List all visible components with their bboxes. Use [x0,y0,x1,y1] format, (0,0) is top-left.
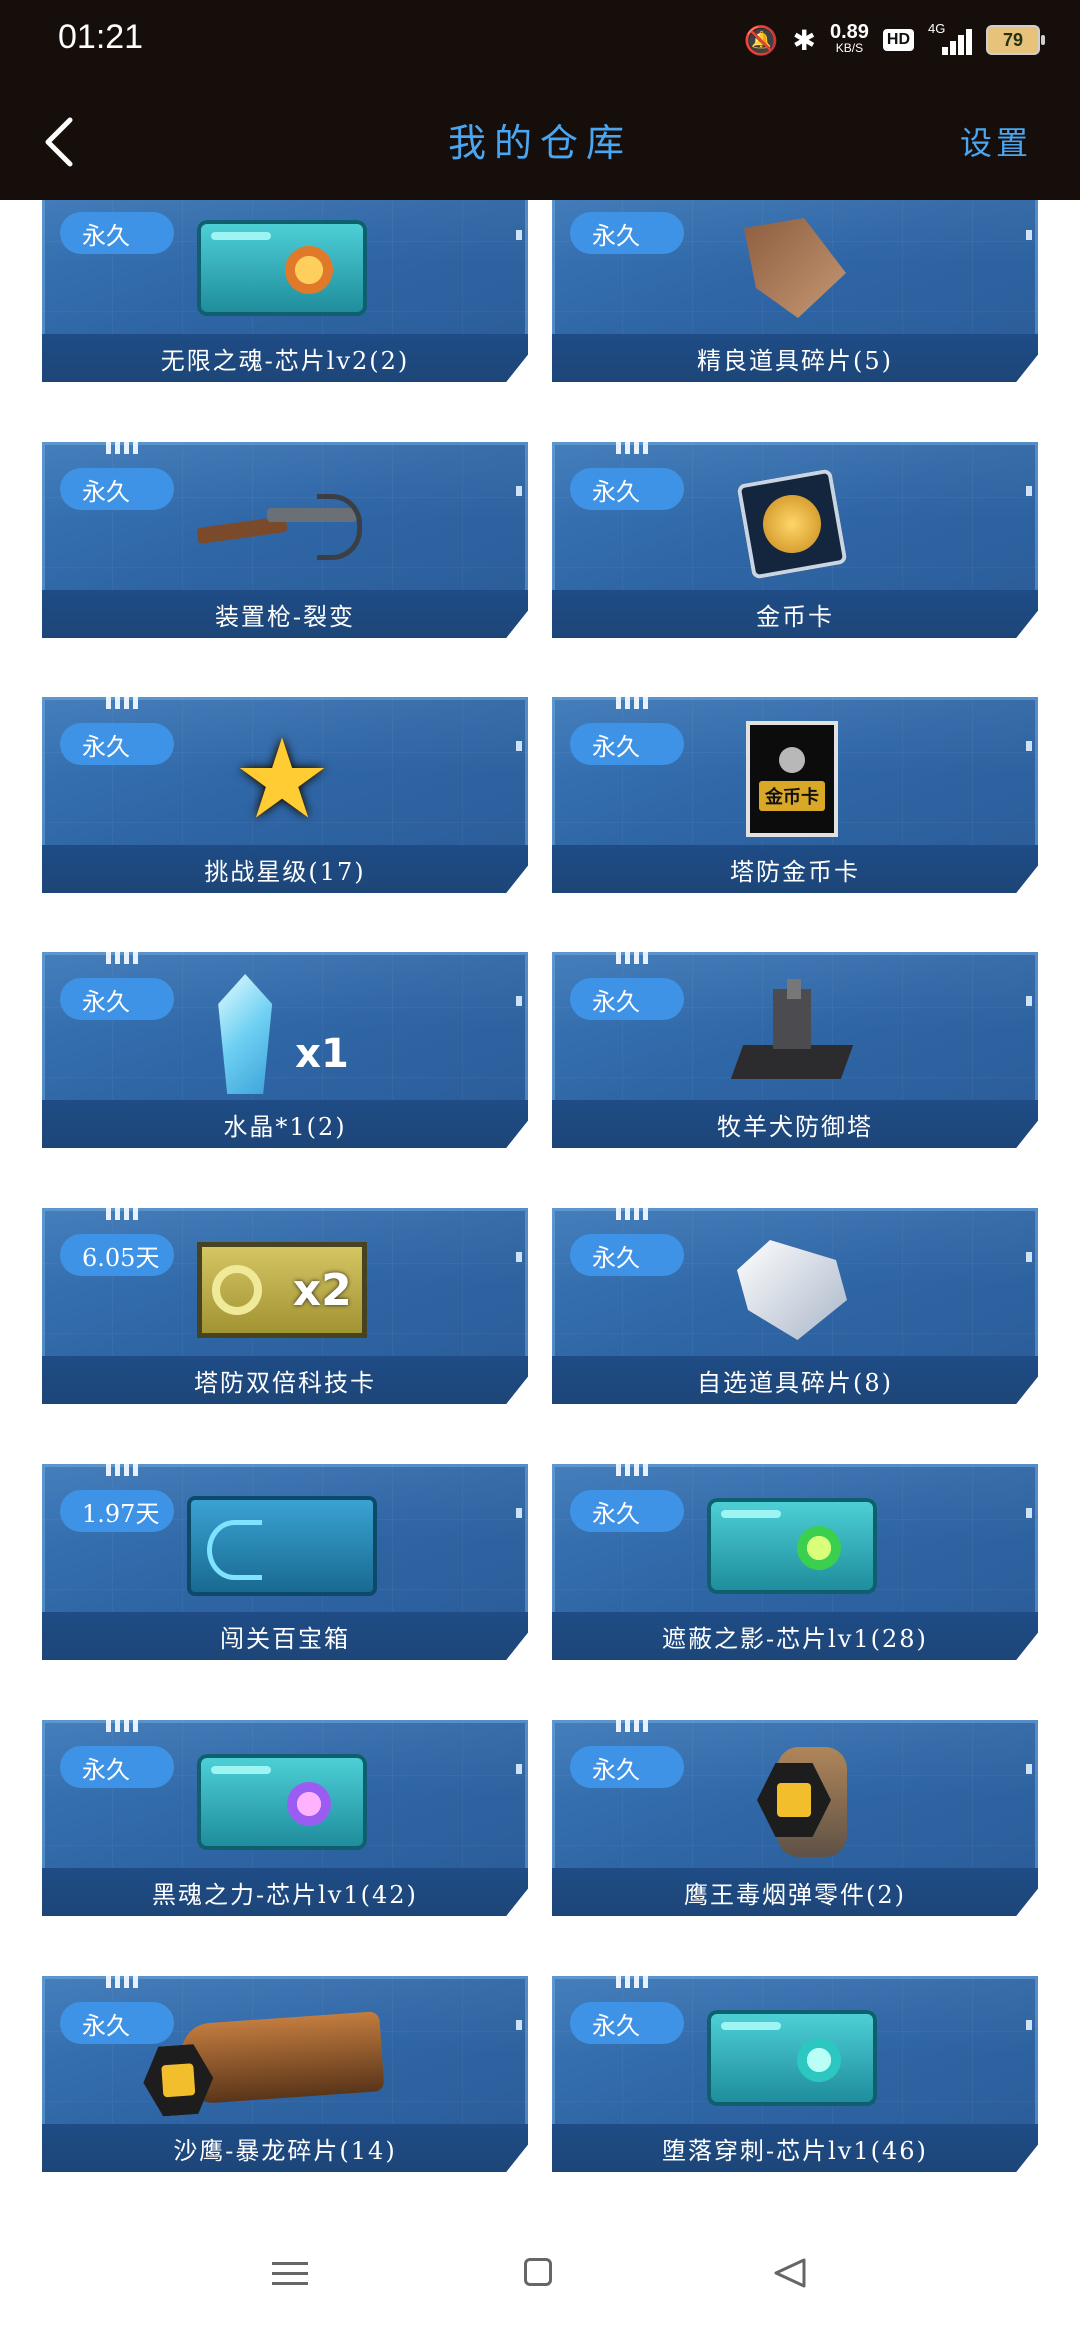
item-name: 挑战星级(17) [42,845,528,893]
triangle-back-icon [774,2258,806,2288]
item-name: 鹰王毒烟弹零件(2) [552,1868,1038,1916]
item-shard-image [692,208,892,328]
item-crossbow-image [182,464,382,584]
inventory-card[interactable]: 永久 无限之魂-芯片lv2(2) [42,200,528,382]
system-nav-bar [0,2200,1080,2340]
inventory-card[interactable]: 永久 x1 水晶*1(2) [42,952,528,1148]
inventory-card[interactable]: 永久 自选道具碎片(8) [552,1208,1038,1404]
inventory-card[interactable]: 永久 金币卡 塔防金币卡 [552,697,1038,893]
star-icon: ★ [232,715,332,843]
duration-badge: 永久 [570,1490,684,1532]
battery-icon: 79 [986,25,1045,55]
item-name: 装置枪-裂变 [42,590,528,638]
item-pistol-image [182,1998,385,2118]
duration-badge: 6.05天 [60,1234,174,1276]
puzzle-icon [757,1763,831,1837]
inventory-card[interactable]: 永久 牧羊犬防御塔 [552,952,1038,1148]
quantity-label: x1 [295,1031,349,1077]
inventory-card[interactable]: 永久 黑魂之力-芯片lv1(42) [42,1720,528,1916]
item-name: 金币卡 [552,590,1038,638]
inventory-card[interactable]: 1.97天 闯关百宝箱 [42,1464,528,1660]
item-grenade-image [692,1742,892,1862]
item-name: 牧羊犬防御塔 [552,1100,1038,1148]
item-name: 塔防金币卡 [552,845,1038,893]
item-coin-card-image: 金币卡 [692,719,892,839]
item-chip-image [692,1486,892,1606]
duration-badge: 永久 [60,978,174,1020]
inventory-card[interactable]: 永久 金币卡 [552,442,1038,638]
duration-badge: 永久 [60,212,174,254]
inventory-card[interactable]: 永久 装置枪-裂变 [42,442,528,638]
item-name: 遮蔽之影-芯片lv1(28) [552,1612,1038,1660]
inventory-card[interactable]: 永久 堕落穿刺-芯片lv1(46) [552,1976,1038,2172]
status-time: 01:21 [58,18,144,56]
item-name: 精良道具碎片(5) [552,334,1038,382]
item-name: 无限之魂-芯片lv2(2) [42,334,528,382]
duration-badge: 永久 [570,723,684,765]
item-name: 水晶*1(2) [42,1100,528,1148]
duration-badge: 永久 [570,2002,684,2044]
item-tech-card-image: x2 [182,1230,382,1350]
puzzle-icon [141,2043,216,2118]
item-chip-image [182,1742,382,1862]
item-chip-image [182,208,382,328]
status-icons: 🔕 ✱ 0.89 KB/S HD 4G 79 [743,18,1045,62]
inventory-card[interactable]: 6.05天 x2 塔防双倍科技卡 [42,1208,528,1404]
bluetooth-icon: ✱ [792,24,816,56]
settings-button[interactable]: 设置 [960,118,1032,164]
item-gold-card-image [692,464,892,584]
duration-badge: 永久 [570,978,684,1020]
network-speed: 0.89 KB/S [829,21,869,55]
inventory-card[interactable]: 永久 遮蔽之影-芯片lv1(28) [552,1464,1038,1660]
hd-icon: HD [882,29,914,51]
duration-badge: 永久 [60,2002,174,2044]
inventory-card[interactable]: 永久 鹰王毒烟弹零件(2) [552,1720,1038,1916]
recent-apps-button[interactable] [272,2256,312,2290]
duration-badge: 永久 [570,1746,684,1788]
inventory-card[interactable]: 永久 ★ 挑战星级(17) [42,697,528,893]
duration-badge: 永久 [60,468,174,510]
duration-badge: 永久 [570,212,684,254]
top-bar: 01:21 🔕 ✱ 0.89 KB/S HD 4G 79 我的仓库 设置 [0,0,1080,200]
duration-badge: 永久 [570,1234,684,1276]
duration-badge: 永久 [60,723,174,765]
item-chest-image [182,1486,382,1606]
inventory-card[interactable]: 永久 精良道具碎片(5) [552,200,1038,382]
item-name: 黑魂之力-芯片lv1(42) [42,1868,528,1916]
duration-badge: 永久 [60,1746,174,1788]
item-name: 塔防双倍科技卡 [42,1356,528,1404]
home-button[interactable] [524,2258,552,2286]
signal-icon: 4G [928,21,972,55]
item-name: 闯关百宝箱 [42,1612,528,1660]
item-name: 堕落穿刺-芯片lv1(46) [552,2124,1038,2172]
item-shard-image [692,1230,892,1350]
inventory-card[interactable]: 永久 沙鹰-暴龙碎片(14) [42,1976,528,2172]
duration-badge: 永久 [570,468,684,510]
item-chip-image [692,1998,892,2118]
mute-icon: 🔕 [743,24,779,56]
item-name: 沙鹰-暴龙碎片(14) [42,2124,528,2172]
inventory-grid: 永久 无限之魂-芯片lv2(2) 永久 精良道具碎片(5) 永久 装置枪-裂变 … [0,200,1080,2200]
nav-back-button[interactable] [770,2256,810,2290]
item-name: 自选道具碎片(8) [552,1356,1038,1404]
item-crystal-image: x1 [182,974,382,1094]
page-title: 我的仓库 [447,121,632,165]
duration-badge: 1.97天 [60,1490,174,1532]
item-tower-image [692,974,892,1094]
